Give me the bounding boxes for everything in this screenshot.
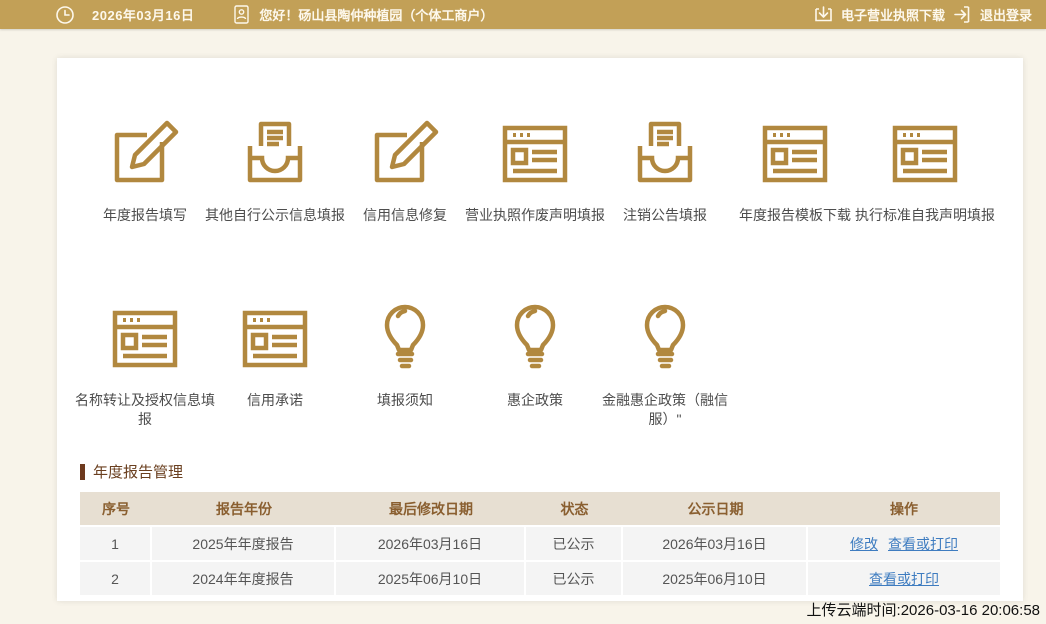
- view-print-link[interactable]: 查看或打印: [869, 569, 939, 589]
- row-status: 已公示: [526, 527, 623, 560]
- user-greeting: 您好！砀山县陶仲种植园（个体工商户）: [259, 5, 493, 24]
- icon-grid-row-1: 年度报告填写 其他自行公示信息填报 信用信息修复: [80, 116, 1000, 225]
- row-report-year: 2025年年度报告: [152, 527, 336, 560]
- grid-item-credit-repair[interactable]: 信用信息修复: [340, 116, 470, 225]
- grid-item-label: 信用承诺: [203, 391, 347, 410]
- lightbulb-icon: [629, 301, 701, 375]
- edit-icon: [369, 116, 441, 190]
- browser-window-icon: [889, 116, 961, 190]
- grid-item-annual-report-template[interactable]: 年度报告模板下载: [730, 116, 860, 225]
- download-icon: [814, 5, 833, 24]
- row-actions: 修改 查看或打印: [808, 527, 1000, 560]
- row-modified-date: 2025年06月10日: [336, 562, 526, 595]
- grid-item-label: 信用信息修复: [333, 206, 477, 225]
- upload-cloud-timestamp: 上传云端时间:2026-03-16 20:06:58: [807, 599, 1040, 620]
- edit-link[interactable]: 修改: [850, 534, 878, 554]
- grid-item-license-void-declare[interactable]: 营业执照作废声明填报: [470, 116, 600, 225]
- grid-item-label: 惠企政策: [463, 391, 607, 410]
- grid-item-label: 年度报告模板下载: [723, 206, 867, 225]
- col-header-seq: 序号: [80, 499, 152, 519]
- edit-icon: [109, 116, 181, 190]
- col-header-actions: 操作: [808, 499, 1000, 519]
- inbox-document-icon: [629, 116, 701, 190]
- annual-report-table: 序号 报告年份 最后修改日期 状态 公示日期 操作 1 2025年年度报告 20…: [80, 492, 1000, 595]
- col-header-status: 状态: [526, 499, 623, 519]
- grid-item-label: 其他自行公示信息填报: [203, 206, 347, 225]
- clock-icon: [55, 5, 75, 25]
- grid-item-annual-report-fill[interactable]: 年度报告填写: [80, 116, 210, 225]
- grid-item-label: 年度报告填写: [73, 206, 217, 225]
- row-report-year: 2024年年度报告: [152, 562, 336, 595]
- browser-window-icon: [239, 301, 311, 375]
- inbox-document-icon: [239, 116, 311, 190]
- table-row: 1 2025年年度报告 2026年03月16日 已公示 2026年03月16日 …: [80, 527, 1000, 560]
- grid-item-finance-policy[interactable]: 金融惠企政策（融信服）": [600, 301, 730, 429]
- logout-icon: [953, 5, 972, 24]
- row-seq: 1: [80, 527, 152, 560]
- col-header-publish-date: 公示日期: [623, 499, 808, 519]
- section-marker: [80, 464, 85, 480]
- table-row: 2 2024年年度报告 2025年06月10日 已公示 2025年06月10日 …: [80, 562, 1000, 595]
- col-header-modified: 最后修改日期: [336, 499, 526, 519]
- grid-item-credit-commitment[interactable]: 信用承诺: [210, 301, 340, 429]
- row-seq: 2: [80, 562, 152, 595]
- grid-item-name-transfer-auth[interactable]: 名称转让及授权信息填报: [80, 301, 210, 429]
- lightbulb-icon: [369, 301, 441, 375]
- section-annual-report-management: 年度报告管理: [80, 463, 1000, 480]
- section-title: 年度报告管理: [93, 461, 183, 482]
- browser-window-icon: [759, 116, 831, 190]
- id-badge-icon: [234, 5, 249, 24]
- grid-item-enterprise-policy[interactable]: 惠企政策: [470, 301, 600, 429]
- col-header-year: 报告年份: [152, 499, 336, 519]
- topbar-date: 2026年03月16日: [92, 5, 194, 24]
- grid-item-other-public-info[interactable]: 其他自行公示信息填报: [210, 116, 340, 225]
- grid-item-cancellation-notice[interactable]: 注销公告填报: [600, 116, 730, 225]
- top-bar: 2026年03月16日 您好！砀山县陶仲种植园（个体工商户） 电子营业执照: [0, 0, 1046, 29]
- grid-item-filing-notes[interactable]: 填报须知: [340, 301, 470, 429]
- grid-item-label: 注销公告填报: [593, 206, 737, 225]
- browser-window-icon: [109, 301, 181, 375]
- lightbulb-icon: [499, 301, 571, 375]
- logout-label: 退出登录: [980, 5, 1032, 24]
- grid-item-label: 填报须知: [333, 391, 477, 410]
- row-publish-date: 2026年03月16日: [623, 527, 808, 560]
- row-modified-date: 2026年03月16日: [336, 527, 526, 560]
- logout-button[interactable]: 退出登录: [953, 5, 1032, 24]
- grid-item-label: 名称转让及授权信息填报: [73, 391, 217, 429]
- row-actions: 查看或打印: [808, 562, 1000, 595]
- grid-item-standard-self-declare[interactable]: 执行标准自我声明填报: [860, 116, 990, 225]
- row-status: 已公示: [526, 562, 623, 595]
- grid-item-label: 执行标准自我声明填报: [853, 206, 997, 225]
- browser-window-icon: [499, 116, 571, 190]
- table-header-row: 序号 报告年份 最后修改日期 状态 公示日期 操作: [80, 492, 1000, 525]
- main-panel: 年度报告填写 其他自行公示信息填报 信用信息修复: [57, 58, 1023, 601]
- license-download-label: 电子营业执照下载: [841, 5, 945, 24]
- grid-item-label: 金融惠企政策（融信服）": [593, 391, 737, 429]
- icon-grid-row-2: 名称转让及授权信息填报 信用承诺: [80, 301, 1000, 429]
- view-print-link[interactable]: 查看或打印: [888, 534, 958, 554]
- row-publish-date: 2025年06月10日: [623, 562, 808, 595]
- license-download-button[interactable]: 电子营业执照下载: [814, 5, 945, 24]
- grid-item-label: 营业执照作废声明填报: [463, 206, 607, 225]
